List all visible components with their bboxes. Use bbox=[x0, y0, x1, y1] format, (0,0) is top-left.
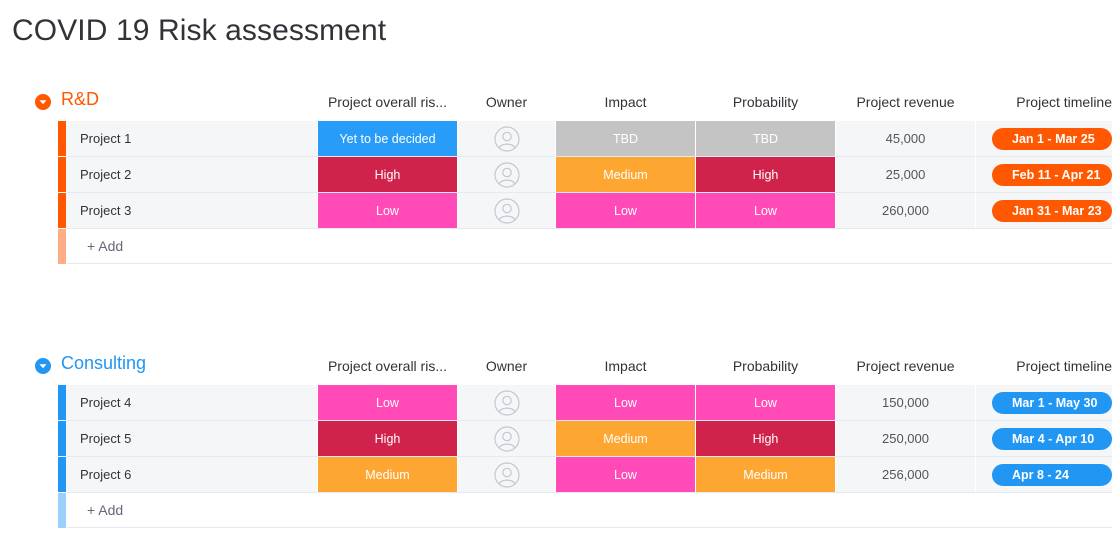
table-row[interactable]: Project 4 Low Low Low 150,000 Mar 1 - Ma… bbox=[0, 385, 1112, 421]
probability-status[interactable]: Low bbox=[696, 193, 835, 228]
impact-status[interactable]: Low bbox=[556, 457, 695, 492]
add-item-input[interactable]: + Add bbox=[67, 229, 1112, 264]
item-name[interactable]: Project 1 bbox=[66, 121, 317, 156]
timeline-cell[interactable]: Mar 1 - May 30 bbox=[976, 385, 1112, 420]
revenue-value[interactable]: 45,000 bbox=[836, 121, 975, 156]
group-title[interactable]: Consulting bbox=[61, 353, 146, 374]
column-header-revenue[interactable]: Project revenue bbox=[836, 358, 975, 374]
revenue-value[interactable]: 25,000 bbox=[836, 157, 975, 192]
group-color-bar bbox=[58, 493, 66, 528]
probability-status[interactable]: Medium bbox=[696, 457, 835, 492]
risk-status[interactable]: High bbox=[318, 157, 457, 192]
group-header: Consulting Project overall ris... Owner … bbox=[0, 352, 1112, 385]
table-row[interactable]: Project 2 High Medium High 25,000 Feb 11… bbox=[0, 157, 1112, 193]
group-rows: Project 1 Yet to be decided TBD TBD 45,0… bbox=[0, 121, 1112, 265]
table-row[interactable]: Project 6 Medium Low Medium 256,000 Apr … bbox=[0, 457, 1112, 493]
revenue-value[interactable]: 250,000 bbox=[836, 421, 975, 456]
person-placeholder-icon[interactable] bbox=[493, 125, 520, 152]
item-name[interactable]: Project 4 bbox=[66, 385, 317, 420]
timeline-pill[interactable]: Apr 8 - 24 bbox=[992, 463, 1112, 486]
group-header: R&D Project overall ris... Owner Impact … bbox=[0, 88, 1112, 121]
group-rnd: R&D Project overall ris... Owner Impact … bbox=[0, 88, 1112, 264]
person-placeholder-icon[interactable] bbox=[493, 161, 520, 188]
revenue-value[interactable]: 260,000 bbox=[836, 193, 975, 228]
timeline-cell[interactable]: Jan 1 - Mar 25 bbox=[976, 121, 1112, 156]
person-placeholder-icon[interactable] bbox=[493, 461, 520, 488]
probability-status[interactable]: TBD bbox=[696, 121, 835, 156]
impact-status[interactable]: Medium bbox=[556, 157, 695, 192]
board-title: COVID 19 Risk assessment bbox=[12, 14, 387, 47]
item-name[interactable]: Project 6 bbox=[66, 457, 317, 492]
group-color-bar bbox=[58, 457, 66, 492]
risk-status[interactable]: Low bbox=[318, 385, 457, 420]
item-name[interactable]: Project 3 bbox=[66, 193, 317, 228]
owner-cell[interactable] bbox=[458, 457, 555, 492]
probability-status[interactable]: Low bbox=[696, 385, 835, 420]
group-color-bar bbox=[58, 157, 66, 192]
chevron-down-circle-icon[interactable] bbox=[35, 358, 51, 374]
timeline-pill[interactable]: Jan 1 - Mar 25 bbox=[992, 127, 1112, 150]
probability-status[interactable]: High bbox=[696, 157, 835, 192]
timeline-cell[interactable]: Mar 4 - Apr 10 bbox=[976, 421, 1112, 456]
item-name[interactable]: Project 5 bbox=[66, 421, 317, 456]
owner-cell[interactable] bbox=[458, 157, 555, 192]
person-placeholder-icon[interactable] bbox=[493, 197, 520, 224]
add-item-row[interactable]: + Add bbox=[0, 493, 1112, 529]
owner-cell[interactable] bbox=[458, 421, 555, 456]
column-header-impact[interactable]: Impact bbox=[556, 94, 695, 110]
column-header-owner[interactable]: Owner bbox=[458, 358, 555, 374]
column-header-probability[interactable]: Probability bbox=[696, 358, 835, 374]
person-placeholder-icon[interactable] bbox=[493, 425, 520, 452]
timeline-pill[interactable]: Mar 1 - May 30 bbox=[992, 391, 1112, 414]
group-color-bar bbox=[58, 385, 66, 420]
revenue-value[interactable]: 150,000 bbox=[836, 385, 975, 420]
impact-status[interactable]: Medium bbox=[556, 421, 695, 456]
impact-status[interactable]: Low bbox=[556, 193, 695, 228]
owner-cell[interactable] bbox=[458, 193, 555, 228]
timeline-pill[interactable]: Jan 31 - Mar 23 bbox=[992, 199, 1112, 222]
column-header-impact[interactable]: Impact bbox=[556, 358, 695, 374]
group-color-bar bbox=[58, 229, 66, 264]
column-header-probability[interactable]: Probability bbox=[696, 94, 835, 110]
owner-cell[interactable] bbox=[458, 385, 555, 420]
add-item-input[interactable]: + Add bbox=[67, 493, 1112, 528]
column-header-risk[interactable]: Project overall ris... bbox=[318, 94, 457, 110]
column-header-timeline[interactable]: Project timeline bbox=[980, 94, 1112, 110]
revenue-value[interactable]: 256,000 bbox=[836, 457, 975, 492]
group-color-bar bbox=[58, 121, 66, 156]
risk-status[interactable]: High bbox=[318, 421, 457, 456]
group-consulting: Consulting Project overall ris... Owner … bbox=[0, 352, 1112, 528]
table-row[interactable]: Project 3 Low Low Low 260,000 Jan 31 - M… bbox=[0, 193, 1112, 229]
column-header-risk[interactable]: Project overall ris... bbox=[318, 358, 457, 374]
add-item-row[interactable]: + Add bbox=[0, 229, 1112, 265]
column-header-revenue[interactable]: Project revenue bbox=[836, 94, 975, 110]
timeline-pill[interactable]: Feb 11 - Apr 21 bbox=[992, 163, 1112, 186]
owner-cell[interactable] bbox=[458, 121, 555, 156]
group-color-bar bbox=[58, 421, 66, 456]
timeline-cell[interactable]: Feb 11 - Apr 21 bbox=[976, 157, 1112, 192]
column-header-timeline[interactable]: Project timeline bbox=[980, 358, 1112, 374]
board: COVID 19 Risk assessment R&D Project ove… bbox=[0, 0, 1112, 545]
impact-status[interactable]: Low bbox=[556, 385, 695, 420]
impact-status[interactable]: TBD bbox=[556, 121, 695, 156]
group-color-bar bbox=[58, 193, 66, 228]
chevron-down-circle-icon[interactable] bbox=[35, 94, 51, 110]
group-rows: Project 4 Low Low Low 150,000 Mar 1 - Ma… bbox=[0, 385, 1112, 529]
timeline-pill[interactable]: Mar 4 - Apr 10 bbox=[992, 427, 1112, 450]
person-placeholder-icon[interactable] bbox=[493, 389, 520, 416]
timeline-cell[interactable]: Apr 8 - 24 bbox=[976, 457, 1112, 492]
table-row[interactable]: Project 1 Yet to be decided TBD TBD 45,0… bbox=[0, 121, 1112, 157]
item-name[interactable]: Project 2 bbox=[66, 157, 317, 192]
risk-status[interactable]: Low bbox=[318, 193, 457, 228]
group-title[interactable]: R&D bbox=[61, 89, 99, 110]
risk-status[interactable]: Medium bbox=[318, 457, 457, 492]
table-row[interactable]: Project 5 High Medium High 250,000 Mar 4… bbox=[0, 421, 1112, 457]
timeline-cell[interactable]: Jan 31 - Mar 23 bbox=[976, 193, 1112, 228]
risk-status[interactable]: Yet to be decided bbox=[318, 121, 457, 156]
probability-status[interactable]: High bbox=[696, 421, 835, 456]
column-header-owner[interactable]: Owner bbox=[458, 94, 555, 110]
